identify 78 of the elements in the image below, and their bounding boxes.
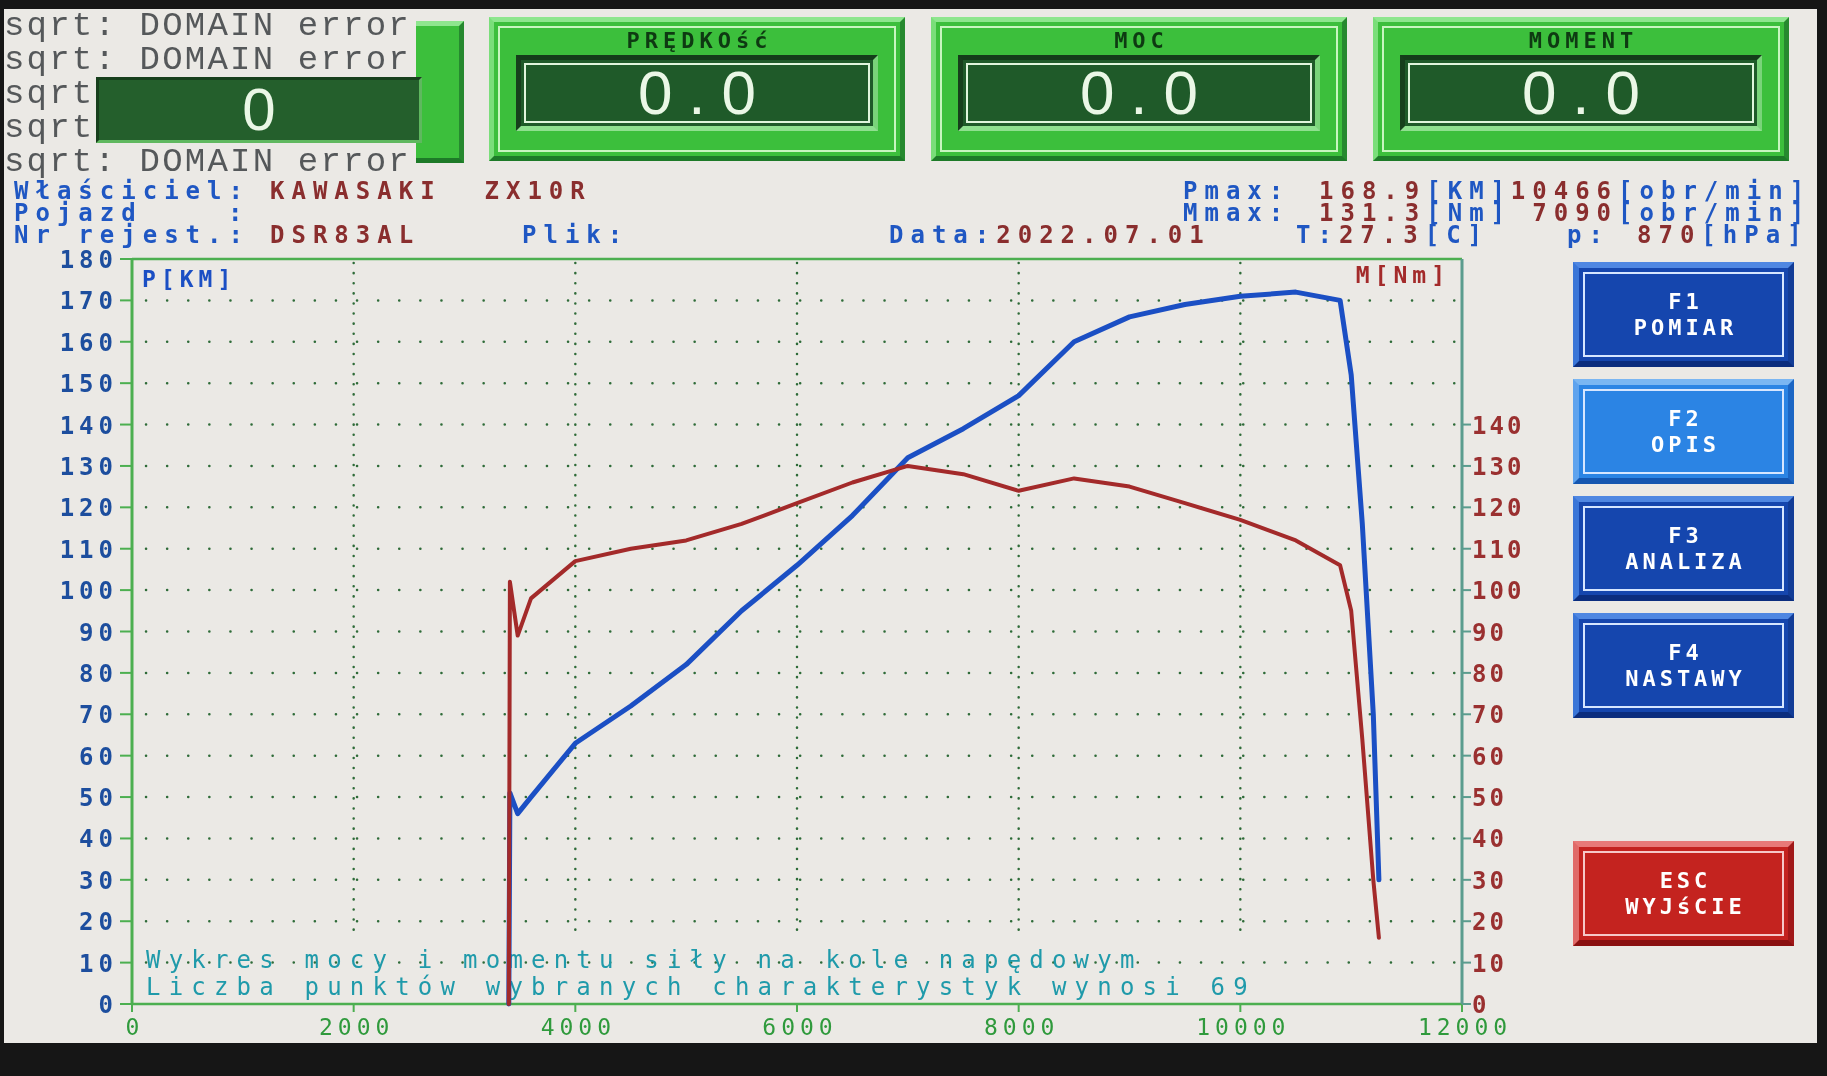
field-value: DSR83AL [270, 221, 421, 249]
unit-label: [KM] [1426, 180, 1513, 202]
axis-tick-label: 30 [79, 866, 118, 895]
axis-tick-label: 120 [59, 494, 118, 523]
unit-label: [C] [1424, 224, 1490, 246]
axis-tick-label: 140 [1472, 411, 1525, 440]
unit-label: [obr/min] [1618, 202, 1812, 224]
gauge-value: 0.0 [1520, 62, 1657, 124]
axis-tick-label: 100 [59, 577, 118, 606]
axis-tick-label: 0 [98, 991, 118, 1019]
axis-tick-label: 110 [59, 535, 118, 564]
axis-tick-label: 130 [1472, 452, 1525, 481]
gauge-value: 0 [242, 80, 276, 140]
axis-tick-label: 10 [79, 949, 118, 978]
axis-tick-label: 50 [1472, 784, 1507, 813]
exit-button[interactable]: ESC WYJśCIE [1573, 841, 1794, 946]
unit-label: [hPa] [1701, 224, 1809, 246]
field-label: p: [1567, 221, 1610, 249]
function-key-button[interactable]: F2 OPIS [1573, 379, 1794, 484]
function-key-button[interactable]: F3 ANALIZA [1573, 496, 1794, 601]
axis-tick-label: 2000 [318, 1014, 395, 1040]
field-separator: : [228, 199, 250, 227]
unit-label: [obr/min] [1618, 180, 1812, 202]
console-line: sqrt: DOMAIN error [4, 145, 411, 179]
axis-tick-label: 10000 [1196, 1014, 1291, 1040]
axis-tick-label: 110 [1472, 535, 1525, 564]
axis-tick-label: 90 [79, 618, 118, 647]
axis-tick-label: 6000 [762, 1014, 838, 1040]
axis-tick-label: 4000 [540, 1014, 617, 1040]
axis-tick-label: 20 [1472, 908, 1507, 937]
console-line: sqrt [4, 111, 95, 145]
console-line: sqrt [4, 77, 95, 111]
field-label: Data: [889, 224, 997, 246]
field-label: Plik: [522, 221, 630, 249]
axis-tick-label: 8000 [983, 1014, 1060, 1040]
axis-tick-label: 60 [79, 742, 118, 771]
gauge-title: PRĘDKOść [625, 30, 773, 52]
console-line: sqrt: DOMAIN error [4, 43, 411, 77]
field-label: T: [1296, 224, 1339, 246]
axis-tick-label: 150 [59, 370, 118, 399]
field-value: 131.3 [1319, 202, 1427, 224]
field-value: 870 [1637, 224, 1702, 246]
field-value: 2022.07.01 [996, 224, 1211, 246]
axis-tick-label: 0 [125, 1014, 145, 1040]
axis-tick-label: 30 [1472, 866, 1507, 895]
axis-tick-label: 40 [1472, 825, 1507, 854]
axis-tick-label: 170 [59, 287, 118, 316]
console-line: sqrt: DOMAIN error [4, 9, 411, 43]
axis-tick-label: 160 [59, 328, 118, 357]
axis-tick-label: 10 [1472, 949, 1507, 978]
field-value: KAWASAKI ZX10R [270, 177, 592, 205]
axis-tick-label: 180 [59, 246, 118, 274]
axis-tick-label: 90 [1472, 618, 1507, 647]
field-value: 27.3 [1338, 224, 1425, 246]
field-value: 10466 [1510, 180, 1619, 202]
gauge-value: 0.0 [1078, 62, 1215, 124]
gauge-title: MOMENT [1527, 30, 1639, 52]
axis-tick-label: 50 [79, 784, 118, 813]
gauge-value: 0.0 [636, 62, 773, 124]
axis-tick-label: 20 [79, 908, 118, 937]
axis-tick-label: 80 [79, 659, 118, 688]
axis-tick-label: 60 [1472, 742, 1507, 771]
field-value: 168.9 [1319, 180, 1427, 202]
axis-tick-label: 140 [59, 411, 118, 440]
axis-tick-label: 70 [1472, 701, 1507, 730]
axis-title: M[Nm] [1355, 262, 1450, 288]
axis-tick-label: 80 [1472, 659, 1507, 688]
unit-label: [Nm] [1426, 202, 1513, 224]
axis-tick-label: 40 [79, 825, 118, 854]
gauge-title: MOC [1113, 30, 1169, 52]
function-key-button[interactable]: F4 NASTAWY [1573, 613, 1794, 718]
axis-tick-label: 130 [59, 452, 118, 481]
field-value: 7090 [1532, 202, 1619, 224]
axis-tick-label: 120 [1472, 494, 1525, 523]
axis-tick-label: 70 [79, 701, 118, 730]
function-key-button[interactable]: F1 POMIAR [1573, 262, 1794, 367]
axis-tick-label: 100 [1472, 577, 1525, 606]
axis-title: P[KM] [142, 266, 237, 292]
